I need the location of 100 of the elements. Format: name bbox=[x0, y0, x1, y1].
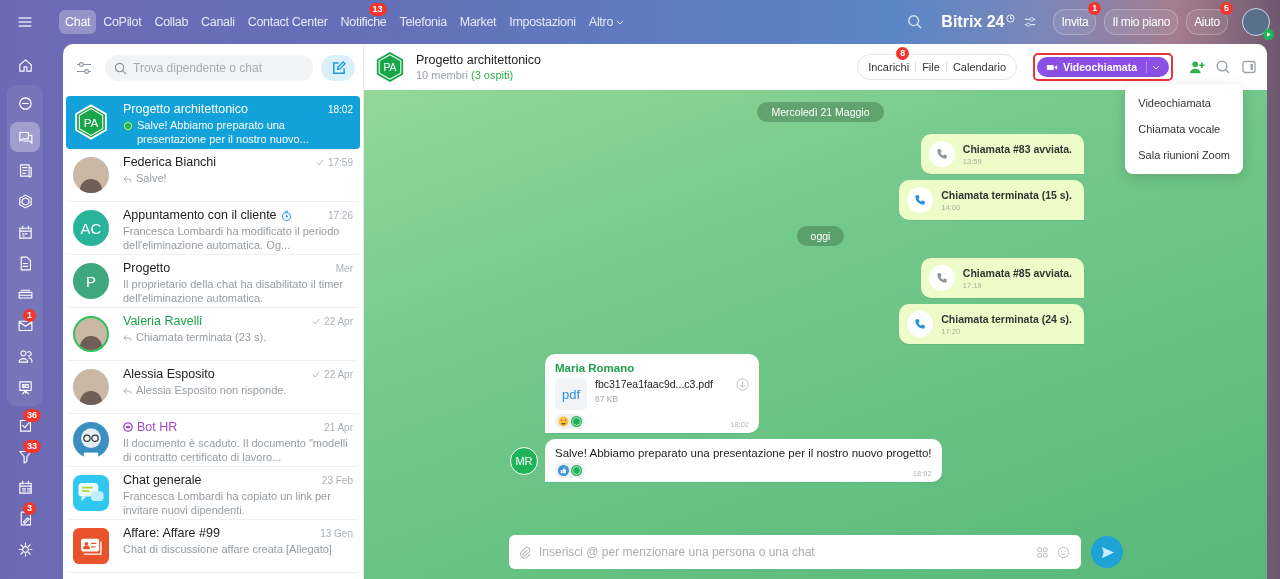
nav-tab[interactable]: Telefonia bbox=[393, 10, 453, 34]
apps-grid-icon[interactable] bbox=[1036, 545, 1049, 559]
chat-item[interactable]: Federica Bianchi 17:59 Salve! bbox=[66, 149, 360, 202]
message-text: Chiamata #85 avviata. bbox=[962, 266, 1072, 279]
file-name: fbc317ea1faac9d...c3.pdf bbox=[595, 378, 714, 390]
nav-tab[interactable]: Canali bbox=[195, 10, 241, 34]
copilot-icon bbox=[16, 95, 34, 112]
chat-preview: Salve! bbox=[136, 171, 167, 185]
user-avatar-icon bbox=[571, 465, 582, 476]
chat-item[interactable]: PA Progetto architettonico 18:02 Salve! Abbiamo preparato una presentazione per il nostro nuovo... bbox=[66, 96, 360, 149]
chat-title: Bot HR bbox=[137, 420, 178, 434]
date-divider: Mercoledì 21 Maggio bbox=[757, 102, 884, 122]
user-avatar: MR bbox=[510, 446, 538, 475]
toolbar-button[interactable]: Incarichi bbox=[862, 57, 916, 77]
chat-time: 17:59 bbox=[327, 156, 353, 168]
nav-tab[interactable]: CoPilot bbox=[97, 10, 148, 34]
chat-item[interactable]: Bot HR 21 Apr Il documento è scaduto. Il documento "modelli di contratto certificato di lavoro... bbox=[66, 414, 360, 467]
author-name: Maria Romano bbox=[555, 362, 636, 374]
home-icon bbox=[16, 57, 34, 74]
reaction-chip[interactable] bbox=[555, 463, 585, 478]
reaction-chip[interactable] bbox=[555, 414, 585, 429]
panel-icon[interactable] bbox=[1241, 59, 1257, 75]
chat-time: 22 Apr bbox=[324, 368, 353, 380]
group-avatar: PA bbox=[374, 51, 406, 83]
chat-item[interactable]: Valeria Ravelli 22 Apr Chiamata terminata (23 s). bbox=[66, 308, 360, 361]
chat-title: Chat generale bbox=[123, 473, 202, 487]
nav-tab[interactable]: Market bbox=[453, 10, 503, 34]
sidebar-button[interactable] bbox=[10, 122, 40, 152]
compose-button[interactable] bbox=[321, 55, 355, 81]
nav-tab[interactable]: Chat bbox=[59, 10, 97, 34]
chat-time: 21 Apr bbox=[324, 421, 353, 433]
menu-icon[interactable] bbox=[17, 16, 33, 28]
ring-icon bbox=[16, 193, 34, 210]
header-button[interactable]: Il mio piano bbox=[1104, 9, 1179, 35]
chat-item[interactable]: Chat generale 23 Feb Francesca Lombardi ha copiato un link per invitare nuovi dipendenti. bbox=[66, 467, 360, 520]
notification-badge: 1 bbox=[1088, 2, 1102, 15]
logo[interactable]: Bitrix 24 bbox=[941, 13, 1005, 31]
chat-title: Affare: Affare #99 bbox=[123, 526, 220, 540]
toolbar-button[interactable]: Calendario bbox=[946, 57, 1013, 77]
menu-item[interactable]: Videochiamata bbox=[1125, 90, 1243, 116]
chat-item[interactable]: Affare: Affare #99 13 Gen Chat di discussione affare creata [Allegato] bbox=[66, 520, 360, 573]
compose-icon bbox=[330, 60, 346, 76]
chat-item[interactable]: P Progetto Mer Il proprietario della chat ha disabilitato il timer dell'eliminazione automatica. bbox=[66, 255, 360, 308]
clock-icon bbox=[1006, 13, 1016, 23]
add-user-icon[interactable] bbox=[1189, 59, 1205, 75]
nav-tab[interactable]: Altro bbox=[582, 10, 631, 34]
reply-icon bbox=[123, 334, 132, 342]
search-icon[interactable] bbox=[1215, 59, 1231, 75]
notification-badge: 13 bbox=[368, 3, 387, 16]
chat-preview: Salve! Abbiamo preparato una presentazione per il nostro nuovo... bbox=[137, 118, 310, 146]
nav-tab[interactable]: Impostazioni bbox=[503, 10, 582, 34]
download-icon[interactable] bbox=[736, 378, 749, 391]
reply-icon bbox=[123, 387, 132, 395]
menu-item[interactable]: Sala riunioni Zoom bbox=[1125, 142, 1243, 168]
photo-placeholder bbox=[73, 369, 109, 405]
toolbar-button[interactable]: File bbox=[916, 57, 946, 77]
photo-placeholder bbox=[73, 157, 109, 193]
attachment-icon[interactable] bbox=[519, 545, 532, 559]
message-text: Chiamata terminata (15 s). bbox=[941, 188, 1072, 201]
board-icon bbox=[16, 379, 34, 396]
send-button[interactable] bbox=[1091, 536, 1123, 568]
people-icon bbox=[16, 348, 34, 365]
emoji-icon[interactable] bbox=[1057, 545, 1070, 559]
deal-app-icon bbox=[73, 528, 109, 564]
settings-icon[interactable] bbox=[1023, 15, 1038, 29]
message-text: Chiamata #83 avviata. bbox=[962, 142, 1072, 155]
group-avatar: PA bbox=[73, 104, 109, 140]
menu-item[interactable]: Chiamata vocale bbox=[1125, 116, 1243, 142]
chat-item[interactable]: AC Appuntamento con il cliente 17:26 Francesca Lombardi ha modificato il periodo dell'eliminazione automatica. Og... bbox=[66, 202, 360, 255]
schedule-icon bbox=[16, 479, 34, 496]
settings-icon bbox=[16, 541, 34, 558]
chat-title: Progetto architettonico bbox=[123, 102, 249, 116]
sender-avatar-icon bbox=[123, 121, 133, 131]
timer-icon bbox=[280, 209, 292, 221]
chat-title: Progetto bbox=[123, 261, 171, 275]
chat-item[interactable]: Alessia Esposito 22 Apr Alessia Esposito non risponde. bbox=[66, 361, 360, 414]
video-camera-icon bbox=[1046, 62, 1059, 72]
nav-tab[interactable]: Contact Center bbox=[241, 10, 334, 34]
filter-icon[interactable] bbox=[75, 61, 93, 75]
search-icon[interactable] bbox=[907, 14, 924, 30]
chat-avatar: AC bbox=[73, 210, 109, 246]
message-input[interactable]: Inserisci @ per menzionare una persona o una chat bbox=[509, 535, 1081, 569]
chat-preview: Chiamata terminata (23 s). bbox=[136, 330, 267, 344]
video-call-button[interactable]: Videochiamata bbox=[1037, 57, 1169, 77]
search-field[interactable]: Trova dipendente o chat bbox=[105, 55, 313, 81]
notification-badge: 3 bbox=[23, 502, 36, 515]
chat-title: Federica Bianchi bbox=[123, 155, 217, 169]
chat-preview: Francesca Lombardi ha copiato un link per invitare nuovi dipendenti. bbox=[123, 489, 332, 517]
calendar-icon bbox=[16, 224, 34, 241]
heart-eyes-emoji-icon bbox=[558, 416, 569, 427]
chat-app-icon bbox=[73, 475, 109, 511]
chat-time: 17:26 bbox=[327, 209, 353, 221]
chat-title: Alessia Esposito bbox=[123, 367, 215, 381]
nav-tab[interactable]: Collab bbox=[148, 10, 195, 34]
user-avatar[interactable] bbox=[1242, 8, 1270, 36]
search-icon bbox=[114, 61, 127, 75]
photo-placeholder bbox=[73, 316, 109, 352]
message-text: Chiamata terminata (24 s). bbox=[941, 312, 1072, 325]
chat-time: 22 Apr bbox=[324, 315, 353, 327]
play-icon bbox=[1263, 29, 1274, 40]
